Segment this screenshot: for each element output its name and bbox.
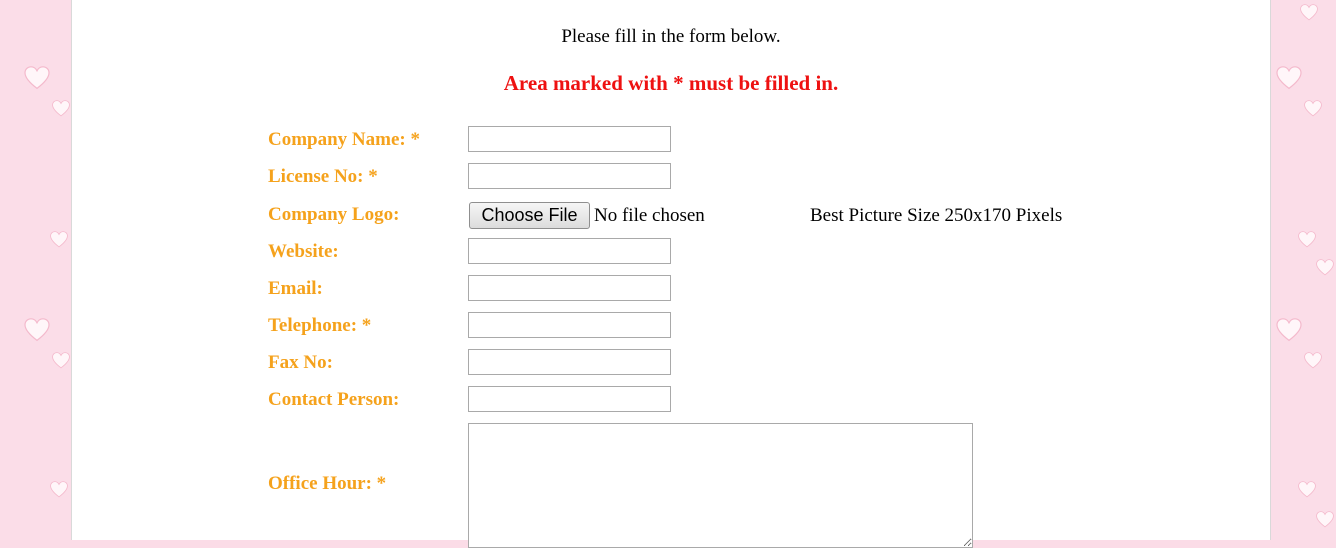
form-intro: Please fill in the form below. [561, 26, 781, 47]
email-label: Email: [268, 278, 323, 299]
fax-no-input[interactable] [468, 349, 671, 375]
company-name-input[interactable] [468, 126, 671, 152]
contact-person-input[interactable] [468, 386, 671, 412]
contact-person-label: Contact Person: [268, 389, 400, 410]
required-fields-note: Area marked with * must be filled in. [503, 71, 839, 95]
heart-icon [50, 231, 68, 248]
choose-file-button[interactable]: Choose File [469, 202, 590, 229]
company-logo-label: Company Logo: [268, 204, 400, 225]
file-status-text: No file chosen [594, 205, 705, 226]
heart-icon [1300, 4, 1318, 21]
company-name-label: Company Name: * [268, 129, 420, 150]
logo-size-hint: Best Picture Size 250x170 Pixels [810, 205, 1063, 226]
office-hour-label: Office Hour: * [268, 473, 387, 494]
heart-icon [1316, 511, 1334, 528]
license-no-label: License No: * [268, 166, 378, 187]
heart-icon [1276, 66, 1302, 90]
heart-icon [1276, 318, 1302, 342]
left-decorative-border [0, 0, 71, 540]
heart-icon [1298, 231, 1316, 248]
heart-icon [1298, 481, 1316, 498]
right-decorative-border [1270, 0, 1336, 540]
telephone-input[interactable] [468, 312, 671, 338]
website-label: Website: [268, 241, 339, 262]
heart-icon [1304, 100, 1322, 117]
heart-icon [1304, 352, 1322, 369]
telephone-label: Telephone: * [268, 315, 372, 336]
office-hour-textarea[interactable] [468, 423, 973, 548]
heart-icon [1316, 259, 1334, 276]
heart-icon [24, 66, 50, 90]
fax-no-label: Fax No: [268, 352, 333, 373]
email-input[interactable] [468, 275, 671, 301]
heart-icon [52, 352, 70, 369]
heart-icon [52, 100, 70, 117]
heart-icon [24, 318, 50, 342]
main-content: Please fill in the form below. Area mark… [71, 0, 1271, 548]
website-input[interactable] [468, 238, 671, 264]
license-no-input[interactable] [468, 163, 671, 189]
heart-icon [50, 481, 68, 498]
